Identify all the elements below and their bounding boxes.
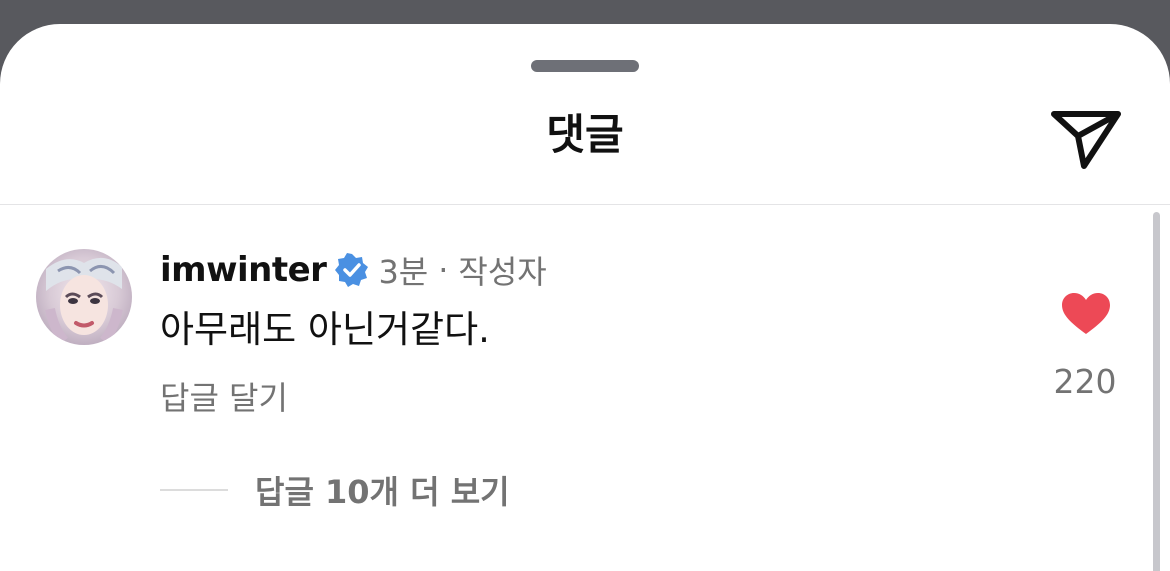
reply-button[interactable]: 답글 달기: [160, 376, 288, 420]
profile-photo: [36, 249, 132, 345]
heart-icon[interactable]: [1061, 292, 1111, 336]
verified-badge-icon: [335, 253, 369, 287]
avatar[interactable]: [36, 249, 132, 345]
paper-plane-icon[interactable]: [1048, 106, 1124, 172]
comments-sheet: 댓글 imwinter 3분 · 작성자 아무래도 아닌거같다. 답글 달기 2…: [0, 24, 1170, 571]
replies-line: [160, 489, 228, 491]
view-replies-button[interactable]: 답글 10개 더 보기: [160, 468, 510, 512]
sheet-grabber-handle[interactable]: [531, 60, 639, 72]
meta-separator: ·: [438, 251, 449, 289]
like-count: 220: [1053, 362, 1117, 401]
comment-meta: imwinter 3분 · 작성자: [160, 248, 547, 292]
page-title: 댓글: [546, 110, 624, 159]
view-replies-label: 답글 10개 더 보기: [255, 473, 510, 511]
author-tag: 작성자: [458, 253, 547, 291]
comment-timestamp: 3분: [378, 253, 429, 291]
comment-text: 아무래도 아닌거같다.: [160, 308, 490, 351]
header-divider: [0, 204, 1170, 205]
username-link[interactable]: imwinter: [160, 250, 327, 290]
scrollbar[interactable]: [1153, 212, 1160, 571]
